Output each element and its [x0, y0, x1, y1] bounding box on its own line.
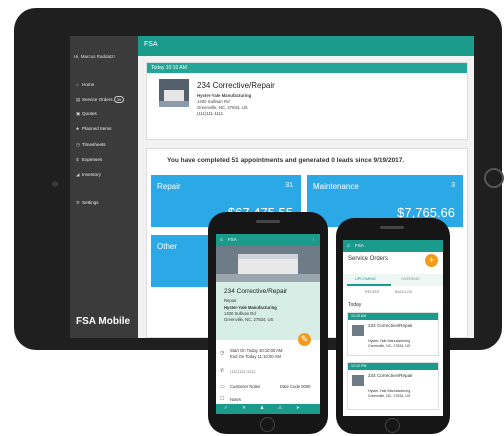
appointment-title: 234 Corrective/Repair: [197, 81, 275, 90]
warning-icon[interactable]: ⚠: [278, 405, 282, 411]
item-address: Greenville, NC, 27834, US: [368, 344, 411, 348]
check-icon[interactable]: ✓: [224, 405, 228, 411]
more-icon[interactable]: ⋮: [312, 237, 317, 243]
sidebar-item-expenses[interactable]: $ Expenses: [76, 157, 102, 162]
item-company: Hyster-Yale Manufacturing: [368, 339, 411, 343]
building-image: [159, 79, 189, 107]
sidebar-item-label: Timesheets: [82, 142, 106, 147]
item-title: 234 Corrective/Repair: [368, 373, 413, 378]
phone-right-screen: ≡ FSA Service Orders + UPCOMING OVERDUE …: [343, 240, 443, 416]
address-line-2: Greenville, NC, 27834, US: [224, 317, 274, 322]
sidebar-item-service-orders[interactable]: ▤ Service Orders 39: [76, 96, 125, 103]
menu-icon[interactable]: ≡: [220, 237, 223, 242]
sidebar-item-label: Home: [82, 82, 95, 87]
tab-overdue[interactable]: OVERDUE: [401, 277, 420, 281]
detail-subtitle: Repair: [224, 298, 237, 303]
arrow-icon[interactable]: ➤: [296, 405, 300, 411]
summary-text: You have completed 51 appointments and g…: [167, 157, 405, 164]
phone-number[interactable]: (111)111-1111: [230, 369, 255, 374]
app-header: FSA: [138, 36, 474, 56]
item-company: Hyster-Yale Manufacturing: [368, 389, 411, 393]
building-photo: [216, 246, 320, 282]
sidebar-item-label: Quotes: [82, 111, 97, 116]
tab-bar: UPCOMING OVERDUE: [343, 274, 443, 286]
clock-icon: ◷: [220, 350, 225, 356]
app-title: FSA: [355, 243, 364, 248]
close-icon[interactable]: ✕: [242, 405, 246, 411]
sidebar-item-label: Planned Items: [82, 126, 112, 131]
phone-right-header: ≡ FSA: [343, 240, 443, 252]
tile-label: Other: [157, 242, 178, 251]
phone-left-header: ≡ FSA ⋮: [216, 234, 320, 246]
list-item[interactable]: 12:10 PM 234 Corrective/Repair Hyster-Ya…: [347, 362, 439, 410]
action-bar: ✓ ✕ ♟ ⚠ ➤: [216, 404, 320, 414]
phone-right: ≡ FSA Service Orders + UPCOMING OVERDUE …: [336, 218, 450, 434]
sidebar-item-label: Expenses: [82, 157, 103, 162]
sidebar-item-label: Service Orders: [82, 97, 113, 102]
checkbox-icon[interactable]: ☐: [220, 396, 224, 402]
phone-left: ≡ FSA ⋮ 234 Corrective/Repair Repair Hys…: [208, 212, 328, 434]
company-name: Hyster-Yale Manufacturing: [224, 305, 277, 310]
list-item[interactable]: 10:10 AM 234 Corrective/Repair Hyster-Ya…: [347, 312, 439, 356]
subtab-recent[interactable]: RECENT: [365, 290, 380, 294]
phone-number[interactable]: (111)111-1111: [197, 111, 223, 116]
date-code: Date Code 0000: [280, 384, 311, 389]
app-title: FSA: [144, 41, 158, 48]
sidebar-item-home[interactable]: ⌂ Home: [76, 82, 94, 87]
notes-icon: ▭: [220, 384, 225, 390]
tile-count: 31: [285, 182, 293, 189]
sidebar-item-label: Settings: [82, 200, 99, 205]
count-badge: 39: [113, 96, 125, 103]
app-title: FSA: [228, 237, 237, 242]
section-today: Today: [348, 302, 362, 308]
item-time: 12:10 PM: [348, 363, 438, 370]
phone-left-screen: ≡ FSA ⋮ 234 Corrective/Repair Repair Hys…: [216, 234, 320, 414]
sidebar-item-inventory[interactable]: ◢ Inventory: [76, 172, 101, 178]
appointment-card[interactable]: Today 10:10 AM 234 Corrective/Repair Hys…: [146, 62, 468, 140]
user-icon[interactable]: ♟: [260, 405, 264, 411]
customer-notes[interactable]: Customer Notes: [230, 384, 260, 389]
tab-upcoming[interactable]: UPCOMING: [355, 277, 376, 281]
end-time: End On Today 11:10:00 AM: [230, 354, 281, 359]
sidebar: Hi, Marcus Raddatz! ⌂ Home ▤ Service Order…: [70, 36, 138, 338]
notes-label[interactable]: Notes: [230, 397, 241, 402]
sidebar-item-settings[interactable]: ✲ Settings: [76, 200, 99, 206]
menu-icon[interactable]: ≡: [347, 243, 350, 248]
phone-speaker: [380, 226, 404, 229]
phone-speaker: [256, 220, 280, 223]
tile-label: Repair: [157, 182, 181, 191]
detail-title: 234 Corrective/Repair: [224, 288, 288, 295]
address-line-2: Greenville, NC, 27834, US: [197, 105, 248, 110]
item-thumbnail: [352, 325, 364, 336]
tile-count: 3: [451, 182, 455, 189]
address-line-1: 1400 Sullivan Rd: [197, 99, 230, 104]
item-address: Greenville, NC, 27834, US: [368, 394, 411, 398]
sidebar-item-planned-items[interactable]: ♣ Planned Items: [76, 126, 111, 131]
phone-icon: ✆: [220, 368, 225, 374]
address-line-1: 1400 Sullivan Rd: [224, 311, 256, 316]
edit-fab[interactable]: ✎: [298, 333, 311, 346]
tile-label: Maintenance: [313, 182, 359, 191]
sidebar-item-quotes[interactable]: ▣ Quotes: [76, 111, 97, 117]
brand-logo: FSA Mobile: [76, 316, 131, 327]
phone-home-button[interactable]: [260, 417, 275, 432]
tablet-home-button[interactable]: [484, 168, 504, 188]
item-thumbnail: [352, 375, 364, 386]
tablet-camera: [52, 181, 58, 187]
sidebar-item-label: Inventory: [82, 172, 101, 177]
appointment-time: Today 10:10 AM: [151, 65, 187, 71]
screen-title: Service Orders: [348, 256, 389, 262]
subtab-backlog[interactable]: BACKLOG: [395, 290, 412, 294]
phone-home-button[interactable]: [385, 418, 400, 433]
item-title: 234 Corrective/Repair: [368, 323, 413, 328]
company-name: Hyster-Yale Manufacturing: [197, 93, 252, 98]
item-time: 10:10 AM: [348, 313, 438, 320]
start-time: Start On Today 10:10:00 AM: [230, 348, 283, 353]
appointment-header: Today 10:10 AM: [147, 63, 467, 73]
sidebar-item-timesheets[interactable]: ◷ Timesheets: [76, 142, 106, 148]
greeting: Hi, Marcus Raddatz!: [74, 54, 115, 59]
add-fab[interactable]: +: [425, 254, 438, 267]
detail-panel: 234 Corrective/Repair Repair Hyster-Yale…: [216, 282, 320, 340]
